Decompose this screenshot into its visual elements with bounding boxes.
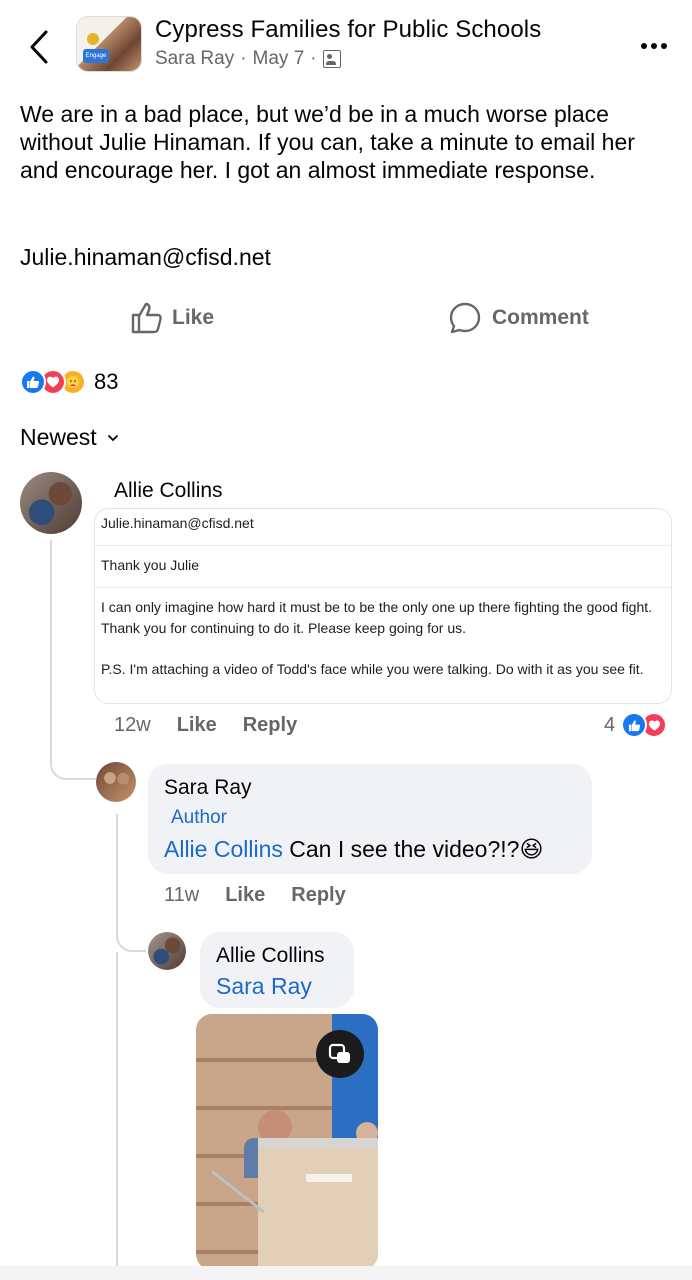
- like-reaction-icon: [621, 712, 648, 738]
- thread-connector: [116, 952, 118, 1266]
- post-date[interactable]: May 7: [253, 48, 305, 70]
- comment-like-button[interactable]: Like: [225, 884, 265, 907]
- picture-in-picture-icon: [328, 1043, 350, 1063]
- comment-label: Comment: [492, 306, 589, 329]
- commenter-avatar[interactable]: [96, 762, 136, 802]
- video-nameplate: [306, 1174, 352, 1182]
- post-email[interactable]: Julie.hinaman@cfisd.net: [20, 244, 271, 271]
- chevron-left-icon: [30, 30, 48, 64]
- email-to: Julie.hinaman@cfisd.net: [101, 515, 254, 531]
- group-logo-mark: [87, 33, 99, 45]
- more-dot-icon: [641, 43, 647, 49]
- comment-button[interactable]: Comment: [448, 300, 589, 336]
- sort-label: Newest: [20, 424, 97, 450]
- post-meta: Sara Ray · May 7 ·: [155, 48, 341, 70]
- more-dot-icon: [661, 43, 667, 49]
- mention-link[interactable]: Allie Collins: [164, 836, 283, 862]
- reactions-summary[interactable]: 83: [20, 368, 118, 396]
- like-label: Like: [172, 306, 215, 329]
- group-avatar[interactable]: Engage: [76, 16, 142, 72]
- comment-sort-dropdown[interactable]: Newest: [20, 424, 119, 451]
- author-badge: Author: [171, 807, 227, 828]
- like-reaction-icon: [20, 369, 46, 395]
- commenter-name[interactable]: Allie Collins: [114, 479, 223, 503]
- laughing-emoji: 😆: [519, 836, 544, 862]
- comment-bubble: Sara Ray Author Allie Collins Can I see …: [148, 764, 592, 874]
- email-screenshot[interactable]: Julie.hinaman@cfisd.net Thank you Julie …: [94, 508, 672, 704]
- like-button[interactable]: Like: [130, 300, 214, 336]
- email-body-line: I can only imagine how hard it must be t…: [101, 599, 653, 615]
- commenter-avatar[interactable]: [20, 472, 82, 534]
- comment-text: Can I see the video?!?: [289, 836, 520, 862]
- chevron-down-icon: [107, 434, 118, 441]
- group-name[interactable]: Cypress Families for Public Schools: [155, 16, 541, 44]
- comment-reply-button[interactable]: Reply: [291, 884, 345, 907]
- video-podium: [258, 1138, 378, 1270]
- comment-actions: 11w Like Reply: [164, 884, 346, 907]
- more-dot-icon: [651, 43, 657, 49]
- thread-connector-curve: [50, 740, 96, 780]
- commenter-name[interactable]: Allie Collins: [216, 944, 325, 968]
- email-divider: [95, 545, 671, 546]
- post-author[interactable]: Sara Ray: [155, 48, 234, 70]
- reaction-count: 83: [94, 369, 119, 394]
- mention-link[interactable]: Sara Ray: [216, 973, 312, 1000]
- thread-connector-curve: [116, 920, 146, 952]
- comment-time: 11w: [164, 884, 200, 906]
- more-options-button[interactable]: [634, 34, 674, 58]
- email-subject: Thank you Julie: [101, 557, 200, 573]
- thread-connector: [116, 814, 118, 934]
- thread-connector: [50, 540, 52, 760]
- comment-time: 12w: [114, 714, 151, 736]
- email-body-line: Thank you for continuing to do it. Pleas…: [101, 620, 467, 636]
- back-button[interactable]: [22, 28, 56, 66]
- commenter-name[interactable]: Sara Ray: [164, 776, 252, 800]
- thumbs-up-icon: [131, 302, 162, 334]
- comment-reply-button[interactable]: Reply: [243, 714, 297, 737]
- comment-bubble: Allie Collins Sara Ray: [200, 932, 354, 1008]
- email-divider: [95, 587, 671, 588]
- meta-separator: ·: [240, 48, 247, 69]
- post-text: We are in a bad place, but we’d be in a …: [20, 101, 635, 183]
- comment-reactions[interactable]: 4: [604, 712, 668, 738]
- commenter-avatar[interactable]: [148, 932, 186, 970]
- group-members-icon: [322, 50, 341, 68]
- comment-text-row: Allie Collins Can I see the video?!?😆: [164, 836, 543, 863]
- picture-in-picture-button[interactable]: [316, 1030, 364, 1078]
- comment-like-button[interactable]: Like: [177, 714, 217, 737]
- comment-bubble-icon: [449, 302, 481, 334]
- group-avatar-badge: Engage: [83, 49, 109, 63]
- meta-separator: ·: [310, 48, 317, 69]
- comment-actions: 12w Like Reply: [114, 714, 297, 737]
- bottom-edge: [0, 1266, 692, 1280]
- email-ps: P.S. I'm attaching a video of Todd's fac…: [101, 661, 644, 677]
- comment-reaction-count: 4: [604, 713, 616, 736]
